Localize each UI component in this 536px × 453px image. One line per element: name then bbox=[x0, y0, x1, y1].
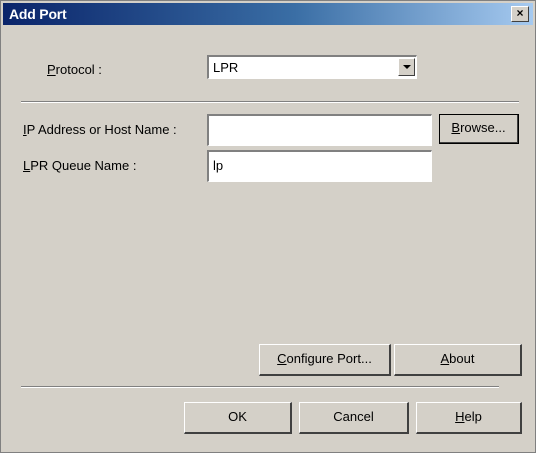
ip-address-label-rest: P Address or Host Name : bbox=[26, 122, 177, 137]
protocol-select[interactable]: LPR bbox=[207, 55, 417, 79]
queue-name-input[interactable]: lp bbox=[207, 150, 432, 182]
help-label: Help bbox=[455, 403, 482, 431]
ip-address-label: IP Address or Host Name : bbox=[23, 122, 177, 137]
help-button[interactable]: Help bbox=[416, 402, 522, 434]
protocol-selected-value: LPR bbox=[213, 60, 239, 75]
divider-top bbox=[21, 101, 519, 103]
ip-address-input[interactable] bbox=[207, 114, 432, 146]
browse-button[interactable]: Browse... bbox=[439, 114, 519, 144]
ok-button[interactable]: OK bbox=[184, 402, 292, 434]
divider-bottom bbox=[21, 386, 499, 388]
add-port-dialog: Add Port × Protocol : LPR IP Address or … bbox=[0, 0, 536, 453]
help-rest: elp bbox=[464, 409, 482, 424]
cancel-label: Cancel bbox=[333, 409, 374, 424]
about-button[interactable]: About bbox=[394, 344, 522, 376]
protocol-label-rest: rotocol : bbox=[55, 62, 102, 77]
configure-mnemonic: C bbox=[277, 351, 287, 366]
configure-port-label: Configure Port... bbox=[277, 345, 372, 373]
queue-name-label-rest: PR Queue Name : bbox=[30, 158, 137, 173]
browse-mnemonic: B bbox=[451, 120, 461, 135]
configure-rest: onfigure Port... bbox=[286, 351, 372, 366]
browse-rest: rowse... bbox=[460, 120, 506, 135]
protocol-label-mnemonic: P bbox=[47, 62, 56, 77]
about-label: About bbox=[441, 345, 475, 373]
about-rest: bout bbox=[449, 351, 475, 366]
help-mnemonic: H bbox=[455, 409, 465, 424]
browse-button-label: Browse... bbox=[451, 115, 505, 141]
cancel-button[interactable]: Cancel bbox=[299, 402, 409, 434]
window-title: Add Port bbox=[9, 6, 67, 22]
ok-label: OK bbox=[228, 409, 247, 424]
chevron-down-icon[interactable] bbox=[398, 58, 415, 76]
protocol-label: Protocol : bbox=[47, 62, 102, 77]
about-mnemonic: A bbox=[440, 351, 450, 366]
configure-port-button[interactable]: Configure Port... bbox=[259, 344, 391, 376]
queue-name-label: LPR Queue Name : bbox=[23, 158, 136, 173]
queue-name-value: lp bbox=[213, 158, 224, 173]
title-bar[interactable]: Add Port × bbox=[3, 3, 533, 25]
close-icon[interactable]: × bbox=[511, 6, 529, 22]
